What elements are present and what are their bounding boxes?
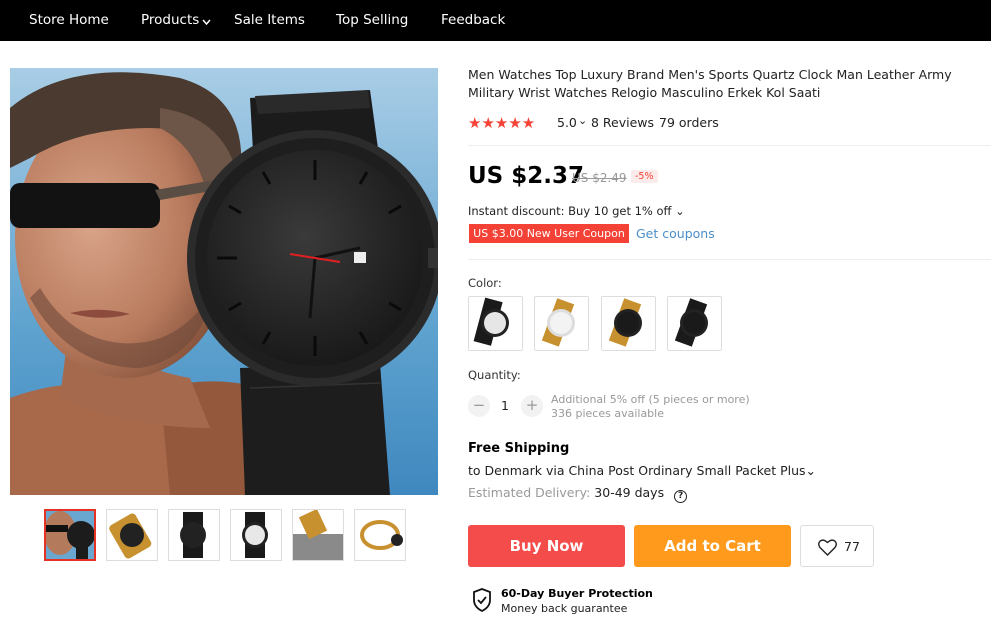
pieces-available: 336 pieces available	[551, 407, 664, 420]
add-to-cart-button[interactable]: Add to Cart	[634, 525, 791, 567]
instant-discount-text: Instant discount: Buy 10 get 1% off	[468, 204, 672, 218]
nav-feedback[interactable]: Feedback	[441, 12, 505, 28]
thumbnail-2[interactable]	[106, 509, 158, 561]
thumbnail-5[interactable]	[292, 509, 344, 561]
nav-products-label: Products	[141, 12, 200, 28]
color-option-2[interactable]	[534, 296, 589, 351]
shield-check-icon	[473, 588, 491, 612]
orders-count: 79 orders	[659, 115, 719, 130]
main-product-image[interactable]	[10, 68, 438, 495]
reviews-link[interactable]: 8 Reviews	[591, 115, 654, 130]
color-label: Color:	[468, 276, 502, 290]
chevron-down-icon	[202, 19, 211, 26]
quantity-decrease-button[interactable]: −	[468, 395, 490, 417]
divider	[468, 259, 991, 260]
star-rating-icon: ★★★★★	[468, 114, 536, 132]
quantity-value[interactable]: 1	[501, 398, 509, 413]
thumbnail-6[interactable]	[354, 509, 406, 561]
color-option-3[interactable]	[601, 296, 656, 351]
shipping-method-text: to Denmark via China Post Ordinary Small…	[468, 463, 806, 478]
discount-badge: -5%	[631, 170, 658, 183]
wishlist-count: 77	[844, 539, 860, 554]
get-coupons-link[interactable]: Get coupons	[636, 226, 715, 241]
chevron-down-icon: ⌄	[675, 204, 685, 218]
nav-sale-items[interactable]: Sale Items	[234, 12, 305, 28]
nav-products[interactable]: Products	[141, 12, 211, 28]
estimated-delivery: Estimated Delivery: 30-49 days ?	[468, 485, 688, 503]
nav-top-selling[interactable]: Top Selling	[336, 12, 408, 28]
thumbnail-1[interactable]	[44, 509, 96, 561]
shipping-title: Free Shipping	[468, 441, 570, 456]
color-option-1[interactable]	[468, 296, 523, 351]
quantity-discount-note: Additional 5% off (5 pieces or more)	[551, 393, 750, 406]
product-title: Men Watches Top Luxury Brand Men's Sport…	[468, 67, 952, 100]
buyer-protection-title: 60-Day Buyer Protection	[501, 587, 653, 600]
quantity-increase-button[interactable]: +	[521, 395, 543, 417]
wishlist-button[interactable]: 77	[800, 525, 874, 567]
shipping-method[interactable]: to Denmark via China Post Ordinary Small…	[468, 463, 816, 478]
chevron-down-icon[interactable]: ⌄	[578, 114, 587, 127]
new-user-coupon[interactable]: US $3.00 New User Coupon	[469, 224, 629, 243]
top-nav: Store Home Products Sale Items Top Selli…	[0, 0, 991, 41]
quantity-label: Quantity:	[468, 368, 521, 382]
heart-icon	[818, 539, 837, 556]
divider	[468, 145, 991, 146]
instant-discount[interactable]: Instant discount: Buy 10 get 1% off ⌄	[468, 204, 685, 218]
nav-store-home[interactable]: Store Home	[29, 12, 109, 28]
thumbnail-4[interactable]	[230, 509, 282, 561]
price: US $2.37	[468, 163, 584, 189]
rating-value: 5.0	[557, 115, 577, 130]
color-option-4[interactable]	[667, 296, 722, 351]
thumbnail-3[interactable]	[168, 509, 220, 561]
estimated-delivery-label: Estimated Delivery:	[468, 485, 591, 500]
original-price: US $2.49	[572, 171, 627, 185]
buyer-protection-subtitle: Money back guarantee	[501, 602, 628, 615]
help-icon[interactable]: ?	[674, 490, 688, 503]
buy-now-button[interactable]: Buy Now	[468, 525, 625, 567]
chevron-down-icon: ⌄	[805, 463, 817, 478]
estimated-delivery-days: 30-49 days	[594, 485, 665, 500]
